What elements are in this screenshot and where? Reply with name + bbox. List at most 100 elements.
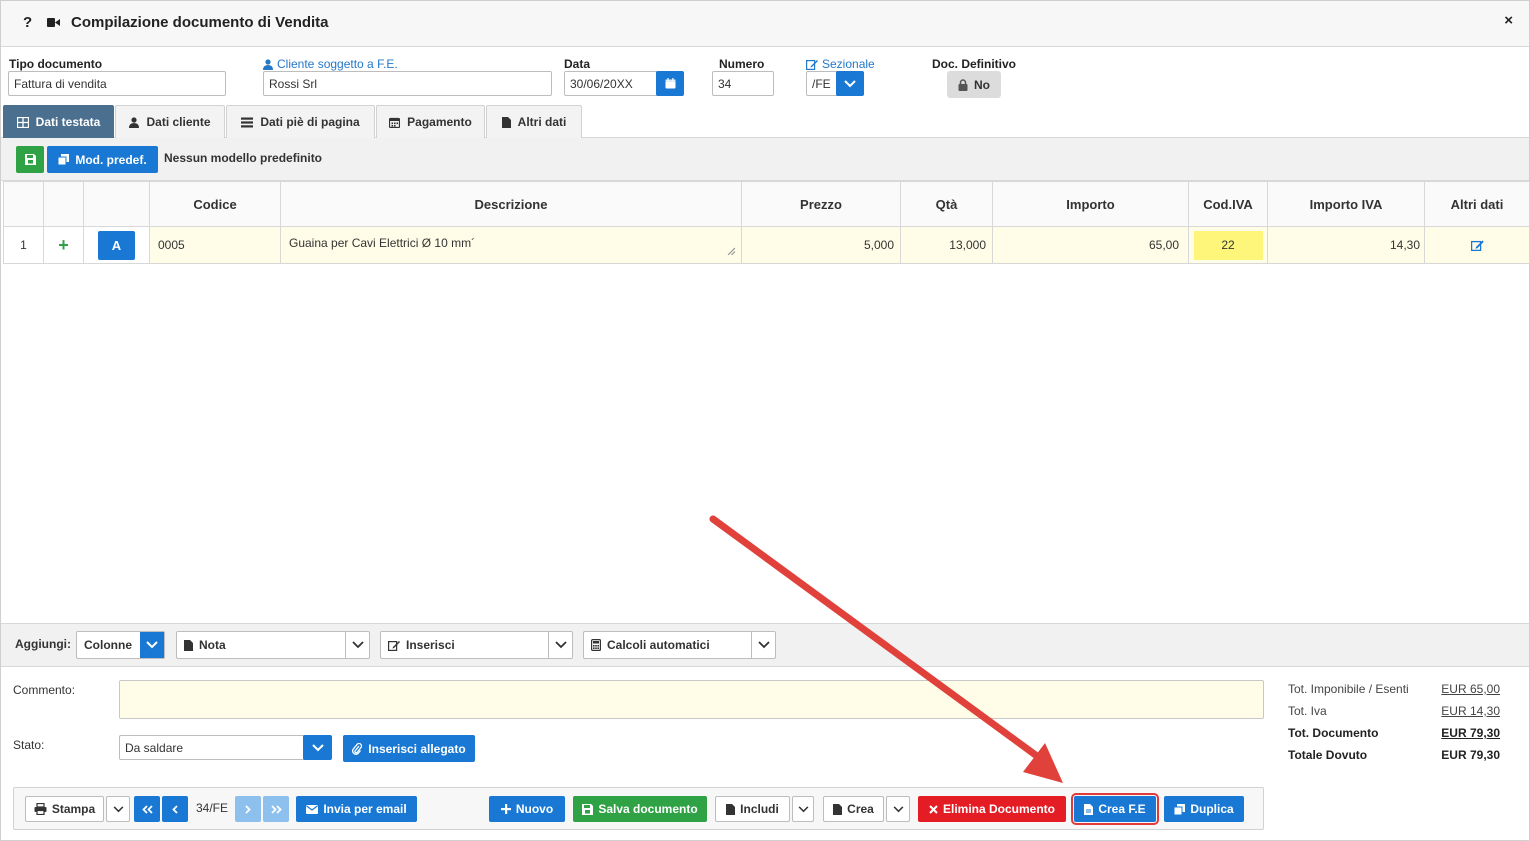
col-header-descrizione[interactable]: Descrizione — [280, 181, 742, 227]
data-field[interactable]: 30/06/20XX — [564, 71, 658, 96]
chevron-down-icon — [311, 743, 324, 751]
calcoli-label: Calcoli automatici — [607, 638, 710, 652]
doc-definitivo-toggle[interactable]: No — [947, 71, 1001, 98]
file-icon — [726, 803, 736, 815]
add-toolbar: Aggiungi: Colonne Nota Inserisci Calcoli… — [1, 623, 1529, 667]
colonne-label: Colonne — [84, 638, 132, 652]
salva-documento-button[interactable]: Salva documento — [573, 796, 707, 822]
codice-cell[interactable]: 0005 — [149, 226, 281, 264]
qta-cell[interactable]: 13,000 — [900, 226, 993, 264]
stampa-button[interactable]: Stampa — [25, 796, 104, 822]
col-header-importo-iva[interactable]: Importo IVA — [1267, 181, 1425, 227]
chevron-down-icon[interactable] — [751, 632, 775, 658]
numero-field[interactable]: 34 — [712, 71, 774, 96]
save-model-button[interactable] — [16, 146, 44, 173]
tab-dati-cliente[interactable]: Dati cliente — [115, 105, 225, 138]
totale-documento: Tot. Documento EUR 79,30 — [1288, 726, 1500, 740]
includi-dropdown-button[interactable] — [792, 796, 814, 822]
cliente-link[interactable]: Cliente soggetto a F.E. — [263, 57, 398, 71]
next-document-button[interactable] — [235, 796, 261, 822]
totale-value[interactable]: EUR 14,30 — [1441, 704, 1500, 718]
totale-value[interactable]: EUR 65,00 — [1441, 682, 1500, 696]
close-icon[interactable]: × — [1504, 12, 1513, 29]
tab-bar: Dati testata Dati cliente Dati piè di pa… — [1, 105, 1529, 138]
sezionale-dropdown-button[interactable] — [836, 71, 864, 96]
crea-button[interactable]: Crea — [823, 796, 884, 822]
document-number: 34/FE — [196, 801, 229, 815]
chevron-down-icon — [893, 805, 903, 812]
last-document-button[interactable] — [263, 796, 289, 822]
altri-dati-cell[interactable] — [1424, 226, 1530, 264]
calendar-button[interactable] — [656, 71, 684, 96]
chevron-down-icon — [844, 79, 856, 87]
stampa-label: Stampa — [51, 802, 96, 816]
table-header-row: Codice Descrizione Prezzo Qtà Importo Co… — [3, 181, 1530, 227]
tipo-documento-field[interactable]: Fattura di vendita — [8, 71, 226, 96]
crea-fe-button[interactable]: Crea F.E — [1071, 793, 1159, 825]
cod-iva-cell[interactable]: 22 — [1188, 226, 1268, 264]
tab-dati-testata[interactable]: Dati testata — [3, 105, 114, 138]
stato-dropdown-button[interactable] — [303, 735, 332, 760]
totale-value: EUR 79,30 — [1441, 748, 1500, 762]
duplica-button[interactable]: Duplica — [1164, 796, 1244, 822]
col-header-importo[interactable]: Importo — [992, 181, 1189, 227]
envelope-icon — [306, 804, 319, 814]
descrizione-text: Guaina per Cavi Elettrici Ø 10 mm´ — [289, 236, 476, 250]
sezionale-link[interactable]: Sezionale — [806, 57, 875, 71]
stato-label: Stato: — [13, 738, 45, 752]
col-header-qta[interactable]: Qtà — [900, 181, 993, 227]
calcoli-dropdown[interactable]: Calcoli automatici — [583, 631, 776, 659]
totale-value[interactable]: EUR 79,30 — [1441, 726, 1500, 740]
tab-altri-dati[interactable]: Altri dati — [486, 105, 582, 138]
file-icon — [1084, 803, 1094, 815]
plus-icon — [500, 804, 511, 814]
add-row-button[interactable]: + — [43, 226, 84, 264]
inserisci-allegato-button[interactable]: Inserisci allegato — [343, 735, 475, 762]
commento-textarea[interactable] — [119, 680, 1264, 719]
importo-iva-cell[interactable]: 14,30 — [1267, 226, 1425, 264]
list-icon — [241, 117, 254, 127]
importo-cell[interactable]: 65,00 — [992, 226, 1189, 264]
nuovo-button[interactable]: Nuovo — [489, 796, 565, 822]
totale-dovuto: Totale Dovuto EUR 79,30 — [1288, 748, 1500, 762]
stampa-dropdown-button[interactable] — [106, 796, 130, 822]
totale-imponibile: Tot. Imponibile / Esenti EUR 65,00 — [1288, 682, 1500, 696]
row-type-button[interactable]: A — [98, 230, 135, 260]
chevron-down-icon[interactable] — [140, 632, 164, 658]
col-header-codice[interactable]: Codice — [149, 181, 281, 227]
chevron-down-icon[interactable] — [548, 632, 572, 658]
nota-dropdown[interactable]: Nota — [176, 631, 370, 659]
file-icon — [833, 803, 843, 815]
aggiungi-label: Aggiungi: — [15, 637, 71, 651]
chevron-down-icon[interactable] — [345, 632, 369, 658]
col-header-prezzo[interactable]: Prezzo — [741, 181, 901, 227]
help-icon[interactable]: ? — [23, 14, 32, 31]
col-header-altri-dati[interactable]: Altri dati — [1424, 181, 1530, 227]
crea-fe-label: Crea F.E — [1098, 802, 1146, 816]
edit-icon[interactable] — [1470, 239, 1484, 251]
invia-email-button[interactable]: Invia per email — [296, 796, 417, 822]
cliente-field[interactable]: Rossi Srl — [263, 71, 552, 96]
elimina-documento-button[interactable]: Elimina Documento — [918, 796, 1066, 822]
stato-select[interactable]: Da saldare — [119, 735, 307, 760]
includi-button[interactable]: Includi — [715, 796, 790, 822]
cod-iva-field[interactable]: 22 — [1193, 230, 1263, 260]
first-document-button[interactable] — [134, 796, 160, 822]
double-chevron-left-icon — [141, 804, 153, 814]
video-camera-icon[interactable] — [47, 17, 60, 28]
chevron-down-icon — [113, 805, 123, 812]
mod-predef-button[interactable]: Mod. predef. — [47, 146, 158, 173]
crea-dropdown-button[interactable] — [886, 796, 910, 822]
descrizione-cell[interactable]: Guaina per Cavi Elettrici Ø 10 mm´ — [280, 226, 742, 264]
previous-document-button[interactable] — [162, 796, 188, 822]
colonne-dropdown[interactable]: Colonne — [76, 631, 165, 659]
totale-iva: Tot. Iva EUR 14,30 — [1288, 704, 1500, 718]
cod-iva-value: 22 — [1221, 238, 1235, 252]
prezzo-cell[interactable]: 5,000 — [741, 226, 901, 264]
tab-pagamento[interactable]: Pagamento — [376, 105, 485, 138]
tab-dati-pie-di-pagina[interactable]: Dati piè di pagina — [226, 105, 375, 138]
resize-handle-icon[interactable] — [727, 247, 735, 255]
edit-icon — [806, 59, 818, 70]
col-header-cod-iva[interactable]: Cod.IVA — [1188, 181, 1268, 227]
inserisci-dropdown[interactable]: Inserisci — [380, 631, 573, 659]
